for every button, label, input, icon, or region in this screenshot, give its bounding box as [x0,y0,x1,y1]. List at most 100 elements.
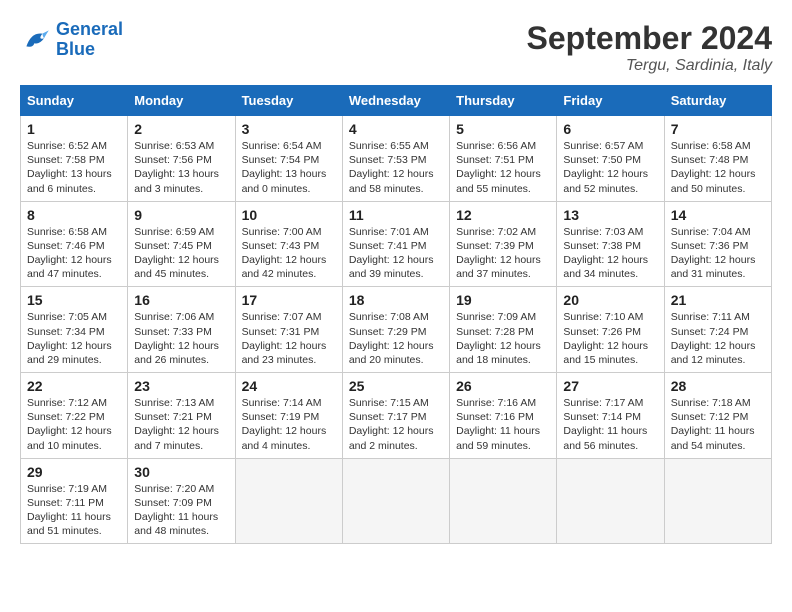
calendar-row: 29 Sunrise: 7:19 AMSunset: 7:11 PMDayligh… [21,458,772,544]
col-friday: Friday [557,86,664,116]
calendar-cell: 6 Sunrise: 6:57 AMSunset: 7:50 PMDaylight… [557,116,664,202]
day-info: Sunrise: 6:56 AMSunset: 7:51 PMDaylight:… [456,139,550,196]
logo-line1: General [56,19,123,39]
day-number: 30 [134,464,228,480]
day-info: Sunrise: 7:03 AMSunset: 7:38 PMDaylight:… [563,225,657,282]
calendar-row: 22 Sunrise: 7:12 AMSunset: 7:22 PMDayligh… [21,373,772,459]
day-number: 7 [671,121,765,137]
day-number: 23 [134,378,228,394]
logo-line2: Blue [56,39,95,59]
day-info: Sunrise: 7:17 AMSunset: 7:14 PMDaylight:… [563,396,657,453]
day-info: Sunrise: 7:01 AMSunset: 7:41 PMDaylight:… [349,225,443,282]
day-info: Sunrise: 7:18 AMSunset: 7:12 PMDaylight:… [671,396,765,453]
day-info: Sunrise: 7:13 AMSunset: 7:21 PMDaylight:… [134,396,228,453]
logo-icon [20,24,52,56]
day-number: 27 [563,378,657,394]
title-block: September 2024 Tergu, Sardinia, Italy [527,20,772,75]
calendar-cell: 12 Sunrise: 7:02 AMSunset: 7:39 PMDayligh… [450,201,557,287]
header-row: Sunday Monday Tuesday Wednesday Thursday… [21,86,772,116]
day-number: 19 [456,292,550,308]
day-info: Sunrise: 7:12 AMSunset: 7:22 PMDaylight:… [27,396,121,453]
day-info: Sunrise: 6:59 AMSunset: 7:45 PMDaylight:… [134,225,228,282]
day-number: 6 [563,121,657,137]
day-info: Sunrise: 7:05 AMSunset: 7:34 PMDaylight:… [27,310,121,367]
day-info: Sunrise: 6:58 AMSunset: 7:48 PMDaylight:… [671,139,765,196]
day-info: Sunrise: 6:54 AMSunset: 7:54 PMDaylight:… [242,139,336,196]
calendar-cell: 8 Sunrise: 6:58 AMSunset: 7:46 PMDaylight… [21,201,128,287]
day-info: Sunrise: 7:06 AMSunset: 7:33 PMDaylight:… [134,310,228,367]
day-info: Sunrise: 7:20 AMSunset: 7:09 PMDaylight:… [134,482,228,539]
col-wednesday: Wednesday [342,86,449,116]
day-info: Sunrise: 7:19 AMSunset: 7:11 PMDaylight:… [27,482,121,539]
day-info: Sunrise: 7:02 AMSunset: 7:39 PMDaylight:… [456,225,550,282]
col-sunday: Sunday [21,86,128,116]
calendar-cell: 15 Sunrise: 7:05 AMSunset: 7:34 PMDayligh… [21,287,128,373]
day-number: 15 [27,292,121,308]
day-number: 12 [456,207,550,223]
day-number: 2 [134,121,228,137]
day-info: Sunrise: 7:08 AMSunset: 7:29 PMDaylight:… [349,310,443,367]
calendar-cell: 4 Sunrise: 6:55 AMSunset: 7:53 PMDaylight… [342,116,449,202]
day-number: 26 [456,378,550,394]
day-number: 4 [349,121,443,137]
month-title: September 2024 [527,20,772,57]
day-info: Sunrise: 7:16 AMSunset: 7:16 PMDaylight:… [456,396,550,453]
col-saturday: Saturday [664,86,771,116]
calendar-cell: 14Sunrise: 7:04 AMSunset: 7:36 PMDayligh… [664,201,771,287]
calendar-cell [557,458,664,544]
calendar-cell: 23 Sunrise: 7:13 AMSunset: 7:21 PMDayligh… [128,373,235,459]
page-header: General Blue September 2024 Tergu, Sardi… [20,20,772,75]
day-number: 1 [27,121,121,137]
day-info: Sunrise: 7:15 AMSunset: 7:17 PMDaylight:… [349,396,443,453]
calendar-cell: 10Sunrise: 7:00 AMSunset: 7:43 PMDayligh… [235,201,342,287]
day-number: 24 [242,378,336,394]
calendar-cell: 20Sunrise: 7:10 AMSunset: 7:26 PMDayligh… [557,287,664,373]
day-number: 9 [134,207,228,223]
calendar-row: 15 Sunrise: 7:05 AMSunset: 7:34 PMDayligh… [21,287,772,373]
day-info: Sunrise: 7:00 AMSunset: 7:43 PMDaylight:… [242,225,336,282]
calendar-cell [235,458,342,544]
day-info: Sunrise: 6:58 AMSunset: 7:46 PMDaylight:… [27,225,121,282]
calendar-row: 1 Sunrise: 6:52 AMSunset: 7:58 PMDaylight… [21,116,772,202]
day-info: Sunrise: 7:14 AMSunset: 7:19 PMDaylight:… [242,396,336,453]
day-number: 11 [349,207,443,223]
calendar-cell: 16 Sunrise: 7:06 AMSunset: 7:33 PMDayligh… [128,287,235,373]
calendar-row: 8 Sunrise: 6:58 AMSunset: 7:46 PMDaylight… [21,201,772,287]
day-info: Sunrise: 7:09 AMSunset: 7:28 PMDaylight:… [456,310,550,367]
day-number: 25 [349,378,443,394]
day-number: 29 [27,464,121,480]
col-tuesday: Tuesday [235,86,342,116]
calendar-cell: 27 Sunrise: 7:17 AMSunset: 7:14 PMDayligh… [557,373,664,459]
day-number: 13 [563,207,657,223]
calendar-cell: 13 Sunrise: 7:03 AMSunset: 7:38 PMDayligh… [557,201,664,287]
day-info: Sunrise: 7:04 AMSunset: 7:36 PMDaylight:… [671,225,765,282]
calendar-cell: 7 Sunrise: 6:58 AMSunset: 7:48 PMDaylight… [664,116,771,202]
calendar-cell: 17 Sunrise: 7:07 AMSunset: 7:31 PMDayligh… [235,287,342,373]
calendar-cell: 26 Sunrise: 7:16 AMSunset: 7:16 PMDayligh… [450,373,557,459]
calendar-cell: 18 Sunrise: 7:08 AMSunset: 7:29 PMDayligh… [342,287,449,373]
day-number: 8 [27,207,121,223]
calendar-cell: 2Sunrise: 6:53 AMSunset: 7:56 PMDaylight… [128,116,235,202]
day-number: 3 [242,121,336,137]
day-number: 20 [563,292,657,308]
day-info: Sunrise: 6:55 AMSunset: 7:53 PMDaylight:… [349,139,443,196]
day-number: 16 [134,292,228,308]
calendar-cell: 25 Sunrise: 7:15 AMSunset: 7:17 PMDayligh… [342,373,449,459]
calendar-cell: 21Sunrise: 7:11 AMSunset: 7:24 PMDayligh… [664,287,771,373]
day-number: 17 [242,292,336,308]
col-thursday: Thursday [450,86,557,116]
day-info: Sunrise: 6:52 AMSunset: 7:58 PMDaylight:… [27,139,121,196]
day-number: 5 [456,121,550,137]
day-number: 18 [349,292,443,308]
day-info: Sunrise: 7:07 AMSunset: 7:31 PMDaylight:… [242,310,336,367]
calendar-cell [342,458,449,544]
calendar-cell: 1 Sunrise: 6:52 AMSunset: 7:58 PMDaylight… [21,116,128,202]
location: Tergu, Sardinia, Italy [527,57,772,75]
calendar-cell: 19 Sunrise: 7:09 AMSunset: 7:28 PMDayligh… [450,287,557,373]
calendar-cell: 9 Sunrise: 6:59 AMSunset: 7:45 PMDaylight… [128,201,235,287]
calendar-cell: 29 Sunrise: 7:19 AMSunset: 7:11 PMDayligh… [21,458,128,544]
calendar-cell: 30 Sunrise: 7:20 AMSunset: 7:09 PMDayligh… [128,458,235,544]
day-info: Sunrise: 6:57 AMSunset: 7:50 PMDaylight:… [563,139,657,196]
day-number: 21 [671,292,765,308]
day-number: 22 [27,378,121,394]
